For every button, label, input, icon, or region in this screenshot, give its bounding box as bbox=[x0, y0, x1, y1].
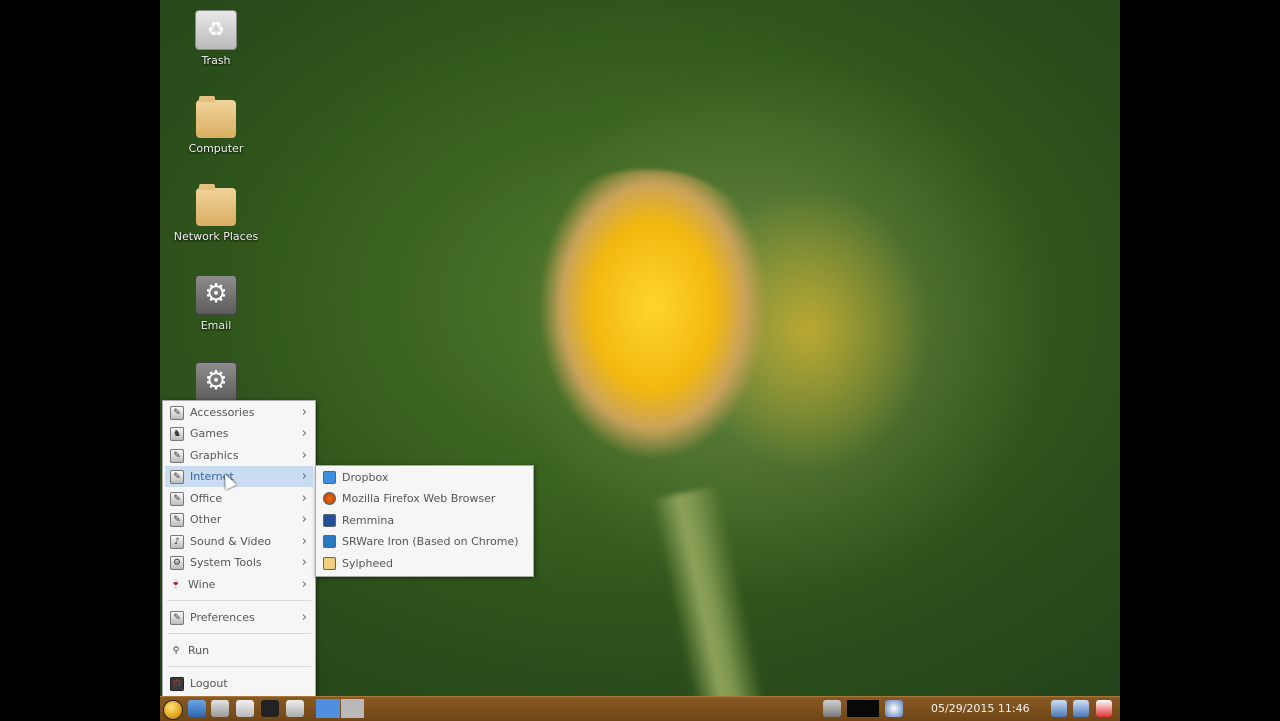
menu-separator bbox=[167, 666, 311, 667]
graphics-icon: ✎ bbox=[170, 448, 184, 463]
desktop-icon-label: Trash bbox=[201, 54, 231, 67]
run-icon: ⚲ bbox=[172, 645, 180, 656]
internet-icon: ✎ bbox=[170, 469, 184, 484]
wine-icon: 🍷 bbox=[170, 579, 182, 590]
menu-item-logout[interactable]: ⏻ Logout bbox=[165, 673, 313, 694]
logout-icon: ⏻ bbox=[170, 676, 184, 691]
games-icon: ♞ bbox=[170, 426, 184, 441]
display-icon[interactable] bbox=[1073, 700, 1089, 717]
menu-item-label: Graphics bbox=[190, 449, 239, 462]
menu-item-label: Other bbox=[190, 513, 222, 526]
update-tray-icon[interactable] bbox=[885, 700, 903, 717]
menu-item-label: Run bbox=[188, 644, 210, 657]
gear-icon bbox=[195, 362, 237, 402]
text-editor-icon[interactable] bbox=[236, 700, 254, 717]
menu-item-label: Office bbox=[190, 492, 223, 505]
monitor-icon[interactable] bbox=[1051, 700, 1067, 717]
iron-icon bbox=[323, 535, 336, 548]
menu-item-sylpheed[interactable]: Sylpheed bbox=[318, 553, 531, 574]
chevron-right-icon: › bbox=[301, 577, 307, 592]
menu-item-firefox[interactable]: Mozilla Firefox Web Browser bbox=[318, 488, 531, 509]
chevron-right-icon: › bbox=[301, 448, 307, 463]
show-desktop-icon[interactable] bbox=[286, 700, 304, 717]
system-tools-icon: ⚙ bbox=[170, 555, 184, 570]
taskbar-clock[interactable]: 05/29/2015 11:46 bbox=[931, 702, 1030, 715]
chevron-right-icon: › bbox=[301, 426, 307, 441]
firefox-icon bbox=[323, 492, 336, 505]
trash-icon bbox=[195, 10, 237, 50]
menu-item-label: Mozilla Firefox Web Browser bbox=[342, 492, 496, 505]
menu-item-accessories[interactable]: ✎ Accessories › bbox=[165, 402, 313, 423]
menu-item-games[interactable]: ♞ Games › bbox=[165, 423, 313, 444]
menu-item-label: System Tools bbox=[190, 556, 262, 569]
remmina-icon bbox=[323, 514, 336, 527]
terminal-icon[interactable] bbox=[261, 700, 279, 717]
menu-item-other[interactable]: ✎ Other › bbox=[165, 509, 313, 530]
chevron-right-icon: › bbox=[301, 491, 307, 506]
sylpheed-icon bbox=[323, 557, 336, 570]
network-tray-icon[interactable] bbox=[823, 700, 841, 717]
desktop-icon-email[interactable]: Email bbox=[161, 275, 271, 332]
menu-item-label: Remmina bbox=[342, 514, 395, 527]
chevron-right-icon: › bbox=[301, 610, 307, 625]
menu-item-label: Preferences bbox=[190, 611, 255, 624]
menu-item-sound-video[interactable]: ♪ Sound & Video › bbox=[165, 531, 313, 552]
menu-item-system-tools[interactable]: ⚙ System Tools › bbox=[165, 552, 313, 573]
menu-item-dropbox[interactable]: Dropbox bbox=[318, 467, 531, 488]
menu-item-srware-iron[interactable]: SRWare Iron (Based on Chrome) bbox=[318, 531, 531, 552]
folder-icon bbox=[196, 96, 236, 138]
application-menu: ✎ Accessories › ♞ Games › ✎ Graphics › ✎… bbox=[162, 400, 316, 698]
file-manager-icon[interactable] bbox=[188, 700, 206, 717]
menu-item-label: SRWare Iron (Based on Chrome) bbox=[342, 535, 519, 548]
start-menu-button[interactable] bbox=[163, 700, 183, 720]
taskbar: 05/29/2015 11:46 bbox=[160, 696, 1120, 721]
gear-icon bbox=[195, 275, 237, 315]
desktop-icon-trash[interactable]: Trash bbox=[161, 10, 271, 67]
workspace-2-button[interactable] bbox=[341, 699, 364, 718]
folder-icon bbox=[196, 184, 236, 226]
menu-item-wine[interactable]: 🍷 Wine › bbox=[165, 574, 313, 595]
accessories-icon: ✎ bbox=[170, 405, 184, 420]
chevron-right-icon: › bbox=[301, 512, 307, 527]
menu-item-label: Dropbox bbox=[342, 471, 389, 484]
desktop-icon-network-places[interactable]: Network Places bbox=[161, 184, 271, 243]
menu-item-run[interactable]: ⚲ Run bbox=[165, 640, 313, 661]
preferences-icon: ✎ bbox=[170, 610, 184, 625]
desktop-icon-label: Computer bbox=[188, 142, 244, 155]
menu-item-remmina[interactable]: Remmina bbox=[318, 510, 531, 531]
menu-item-internet[interactable]: ✎ Internet › bbox=[165, 466, 313, 487]
menu-separator bbox=[167, 633, 311, 634]
workspace-1-button[interactable] bbox=[316, 699, 340, 718]
menu-item-preferences[interactable]: ✎ Preferences › bbox=[165, 607, 313, 628]
shutdown-icon[interactable] bbox=[1096, 700, 1112, 717]
menu-item-label: Accessories bbox=[190, 406, 255, 419]
office-icon: ✎ bbox=[170, 491, 184, 506]
dropbox-icon bbox=[323, 471, 336, 484]
chevron-right-icon: › bbox=[301, 555, 307, 570]
desktop-icon-label: Email bbox=[200, 319, 232, 332]
menu-separator bbox=[167, 600, 311, 601]
menu-item-graphics[interactable]: ✎ Graphics › bbox=[165, 445, 313, 466]
menu-item-label: Wine bbox=[188, 578, 216, 591]
wallpaper-stem bbox=[650, 485, 770, 720]
sound-video-icon: ♪ bbox=[170, 534, 184, 549]
menu-item-office[interactable]: ✎ Office › bbox=[165, 488, 313, 509]
menu-item-label: Logout bbox=[190, 677, 228, 690]
chevron-right-icon: › bbox=[301, 469, 307, 484]
desktop-icon-computer[interactable]: Computer bbox=[161, 96, 271, 155]
menu-item-label: Sylpheed bbox=[342, 557, 394, 570]
chevron-right-icon: › bbox=[301, 405, 307, 420]
other-icon: ✎ bbox=[170, 512, 184, 527]
chevron-right-icon: › bbox=[301, 534, 307, 549]
desktop-icon-label: Network Places bbox=[173, 230, 259, 243]
browser-launcher-icon[interactable] bbox=[211, 700, 229, 717]
cpu-monitor-icon bbox=[847, 700, 879, 717]
menu-item-label: Sound & Video bbox=[190, 535, 272, 548]
menu-item-label: Games bbox=[190, 427, 229, 440]
internet-submenu: Dropbox Mozilla Firefox Web Browser Remm… bbox=[315, 465, 534, 577]
wallpaper-flower bbox=[505, 170, 790, 510]
